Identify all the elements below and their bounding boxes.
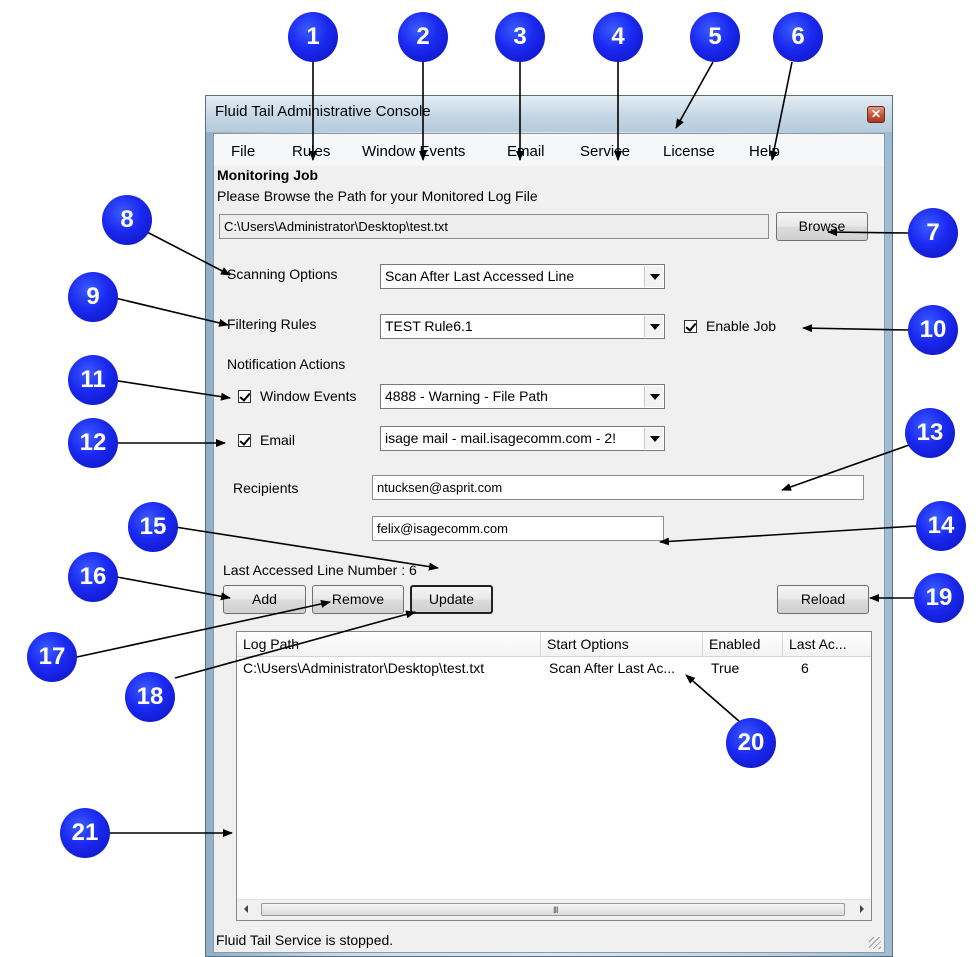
callout-6: 6 xyxy=(773,12,823,62)
callout-13: 13 xyxy=(905,408,955,458)
table-header: Log Path Start Options Enabled Last Ac..… xyxy=(237,632,871,657)
callout-4: 4 xyxy=(593,12,643,62)
console-window: Fluid Tail Administrative Console ✕ File… xyxy=(205,95,893,957)
title-bar[interactable]: Fluid Tail Administrative Console ✕ xyxy=(206,96,892,132)
scanning-options-value: Scan After Last Accessed Line xyxy=(385,268,575,284)
callout-11: 11 xyxy=(68,355,118,405)
menu-window-events[interactable]: Window Events xyxy=(362,143,465,160)
callout-8: 8 xyxy=(102,195,152,245)
cell-last-accessed: 6 xyxy=(801,660,809,676)
callout-3: 3 xyxy=(495,12,545,62)
jobs-table[interactable]: Log Path Start Options Enabled Last Ac..… xyxy=(236,631,872,921)
column-log-path[interactable]: Log Path xyxy=(237,632,541,656)
scanning-options-label: Scanning Options xyxy=(227,266,338,282)
notification-actions-label: Notification Actions xyxy=(227,356,346,372)
browse-instruction: Please Browse the Path for your Monitore… xyxy=(217,188,538,204)
log-path-field[interactable]: C:\Users\Administrator\Desktop\test.txt xyxy=(219,214,769,239)
cell-enabled: True xyxy=(711,660,740,676)
remove-button[interactable]: Remove xyxy=(312,585,404,614)
column-enabled[interactable]: Enabled xyxy=(703,632,783,656)
horizontal-scrollbar[interactable]: III xyxy=(237,899,871,920)
menu-service[interactable]: Service xyxy=(580,143,630,160)
window-title: Fluid Tail Administrative Console xyxy=(215,103,431,120)
callout-10: 10 xyxy=(908,305,958,355)
callout-12: 12 xyxy=(68,418,118,468)
filtering-rules-value: TEST Rule6.1 xyxy=(385,318,473,334)
callout-20: 20 xyxy=(726,718,776,768)
menu-bar: File Rules Window Events Email Service L… xyxy=(214,134,884,166)
menu-license[interactable]: License xyxy=(663,143,715,160)
callout-1: 1 xyxy=(288,12,338,62)
email-label[interactable]: Email xyxy=(260,432,295,448)
window-events-value: 4888 - Warning - File Path xyxy=(385,388,548,404)
chevron-down-icon[interactable] xyxy=(644,386,663,407)
add-button[interactable]: Add xyxy=(223,585,306,614)
scrollbar-thumb[interactable]: III xyxy=(261,903,845,916)
scroll-right-icon[interactable] xyxy=(860,905,864,913)
window-events-label[interactable]: Window Events xyxy=(260,388,356,404)
scrollbar-grip: III xyxy=(553,905,558,915)
last-accessed-line-number: Last Accessed Line Number : 6 xyxy=(223,562,417,578)
enable-job-checkbox[interactable] xyxy=(684,320,697,333)
column-last-accessed[interactable]: Last Ac... xyxy=(783,632,871,656)
callout-21: 21 xyxy=(60,808,110,858)
chevron-down-icon[interactable] xyxy=(644,316,663,337)
callout-17: 17 xyxy=(27,632,77,682)
cell-log-path: C:\Users\Administrator\Desktop\test.txt xyxy=(243,660,485,676)
chevron-down-icon[interactable] xyxy=(644,428,663,449)
close-icon: ✕ xyxy=(870,107,882,121)
close-button[interactable]: ✕ xyxy=(867,106,885,123)
menu-help[interactable]: Help xyxy=(749,143,780,160)
callout-5: 5 xyxy=(690,12,740,62)
client-area: File Rules Window Events Email Service L… xyxy=(213,133,885,953)
callout-14: 14 xyxy=(916,501,966,551)
filtering-rules-select[interactable]: TEST Rule6.1 xyxy=(380,314,665,339)
callout-7: 7 xyxy=(908,208,958,258)
callout-16: 16 xyxy=(68,552,118,602)
scanning-options-select[interactable]: Scan After Last Accessed Line xyxy=(380,264,665,289)
callout-18: 18 xyxy=(125,672,175,722)
status-bar: Fluid Tail Service is stopped. xyxy=(214,926,884,952)
callout-19: 19 xyxy=(914,573,964,623)
recipients-label: Recipients xyxy=(233,480,299,496)
update-button[interactable]: Update xyxy=(410,585,493,614)
email-value: isage mail - mail.isagecomm.com - 2! xyxy=(385,430,617,446)
recipient-field-1[interactable]: ntucksen@asprit.com xyxy=(372,475,864,500)
window-events-checkbox[interactable] xyxy=(238,390,251,403)
filtering-rules-label: Filtering Rules xyxy=(227,316,317,332)
menu-rules[interactable]: Rules xyxy=(292,143,330,160)
cell-start-options: Scan After Last Ac... xyxy=(549,660,676,676)
menu-file[interactable]: File xyxy=(231,143,255,160)
callout-15: 15 xyxy=(128,502,178,552)
callout-9: 9 xyxy=(68,272,118,322)
browse-button[interactable]: Browse xyxy=(776,212,868,241)
column-start-options[interactable]: Start Options xyxy=(541,632,703,656)
email-select[interactable]: isage mail - mail.isagecomm.com - 2! xyxy=(380,426,665,451)
enable-job-label[interactable]: Enable Job xyxy=(706,318,776,334)
status-text: Fluid Tail Service is stopped. xyxy=(216,932,394,948)
menu-email[interactable]: Email xyxy=(507,143,545,160)
callout-2: 2 xyxy=(398,12,448,62)
chevron-down-icon[interactable] xyxy=(644,266,663,287)
email-checkbox[interactable] xyxy=(238,434,251,447)
resize-grip-icon[interactable] xyxy=(869,937,881,949)
section-title: Monitoring Job xyxy=(217,167,319,183)
recipient-field-2[interactable]: felix@isagecomm.com xyxy=(372,516,664,541)
window-events-select[interactable]: 4888 - Warning - File Path xyxy=(380,384,665,409)
reload-button[interactable]: Reload xyxy=(777,585,869,614)
scroll-left-icon[interactable] xyxy=(244,905,248,913)
